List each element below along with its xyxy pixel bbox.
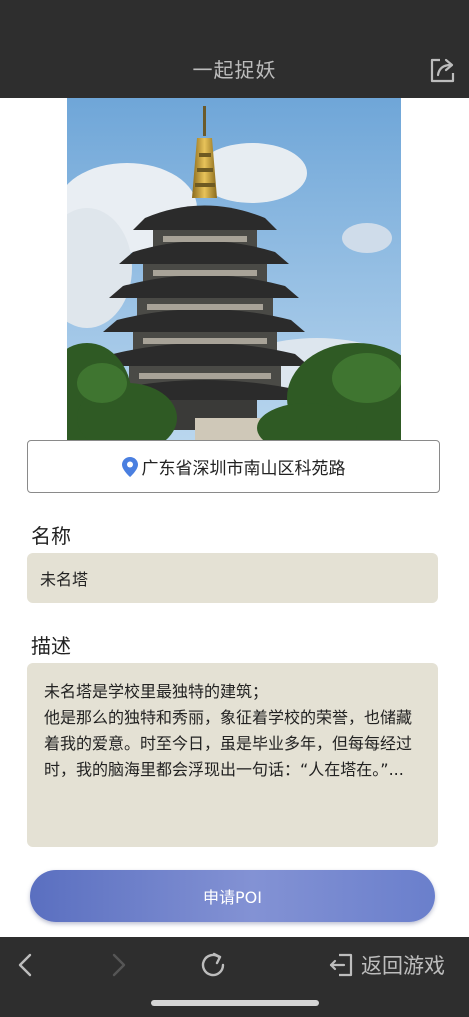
description-input[interactable]: 未名塔是学校里最独特的建筑； 他是那么的独特和秀丽，象征着学校的荣誉，也储藏着我… [27, 663, 438, 847]
name-label: 名称 [31, 524, 71, 548]
reload-button[interactable] [196, 949, 230, 981]
pagoda-photo [67, 98, 401, 440]
map-pin-icon [121, 456, 138, 477]
description-line: 未名塔是学校里最独特的建筑； [44, 682, 269, 701]
forward-button[interactable] [104, 949, 132, 981]
home-indicator[interactable] [151, 1000, 319, 1006]
page-title: 一起捉妖 [192, 58, 277, 82]
back-button[interactable] [12, 949, 40, 981]
location-address: 广东省深圳市南山区科苑路 [141, 459, 346, 479]
chevron-left-icon [18, 953, 32, 977]
name-input[interactable]: 未名塔 [27, 553, 438, 603]
description-label: 描述 [31, 634, 71, 658]
chevron-right-icon [112, 953, 126, 977]
return-to-game-button[interactable]: 返回游戏 [327, 949, 457, 981]
apply-poi-button[interactable]: 申请POI [30, 870, 435, 922]
description-line: 他是那么的独特和秀丽，象征着学校的荣誉，也储藏着我的爱意。时至今日，虽是毕业多年… [44, 708, 413, 779]
share-button[interactable] [426, 54, 458, 86]
bottom-nav-bar: 返回游戏 [0, 937, 469, 1017]
exit-door-icon [329, 953, 353, 977]
return-to-game-label: 返回游戏 [361, 954, 445, 978]
location-button[interactable]: 广东省深圳市南山区科苑路 [27, 440, 440, 493]
reload-icon [201, 952, 225, 977]
share-export-icon [430, 58, 455, 83]
app-header: 一起捉妖 [0, 0, 469, 98]
